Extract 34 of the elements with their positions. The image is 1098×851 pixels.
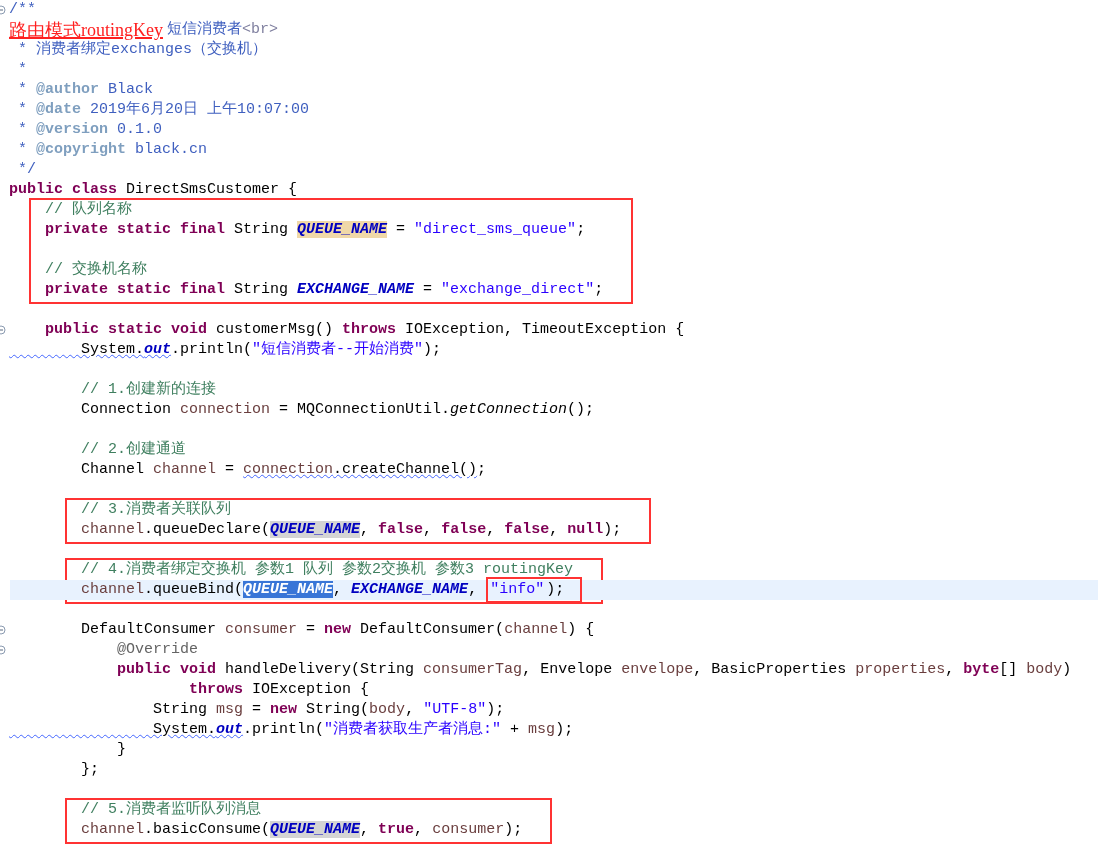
code-line: throws IOException { <box>188 680 370 700</box>
code-line: public static void customerMsg() throws IOException, TimeoutException { <box>44 320 685 340</box>
code-line: private static final String EXCHANGE_NAME = "exchange_direct"; <box>44 280 604 300</box>
code-line: * @date 2019年6月20日 上午10:07:00 <box>17 100 310 120</box>
code-line: public class DirectSmsCustomer { <box>9 180 298 200</box>
code-line: // 5.消费者监听队列消息 <box>80 800 262 820</box>
code-line: 短信消费者<br> <box>167 20 278 40</box>
code-line: * @copyright black.cn <box>17 140 208 160</box>
code-line: }; <box>80 760 99 780</box>
code-line: channel.queueDeclare(QUEUE_NAME, false, false, false, null); <box>80 520 622 540</box>
code-line: channel.basicConsume(QUEUE_NAME, true, consumer); <box>80 820 523 840</box>
code-line: // 1.创建新的连接 <box>80 380 217 400</box>
code-line: * @version 0.1.0 <box>17 120 163 140</box>
code-line: System.out.println("短信消费者--开始消费"); <box>80 340 442 360</box>
code-line: @Override <box>116 640 199 660</box>
code-line: // 交换机名称 <box>44 260 147 280</box>
code-line: private static final String QUEUE_NAME = "direct_sms_queue"; <box>44 220 586 240</box>
code-line: // 队列名称 <box>44 200 132 220</box>
code-line: String msg = new String(body, "UTF-8"); <box>152 700 505 720</box>
code-line: */ <box>17 160 36 180</box>
code-line: Channel channel = connection.createChannel(); <box>80 460 487 480</box>
code-line: System.out.println("消费者获取生产者消息:" + msg); <box>152 720 574 740</box>
code-line: ); <box>546 580 565 600</box>
code-line: * @author Black <box>17 80 154 100</box>
code-line: * 消费者绑定exchanges（交换机） <box>17 40 268 60</box>
code-line: // 2.创建通道 <box>80 440 187 460</box>
code-line: public void handleDelivery(String consumerTag, Envelope envelope, BasicProperties properties, byte[] body) <box>116 660 1072 680</box>
code-line: /** <box>9 0 36 20</box>
code-line: } <box>116 740 127 760</box>
code-line: * <box>17 60 27 80</box>
code-line: Connection connection = MQConnectionUtil.getConnection(); <box>80 400 595 420</box>
code-line: DefaultConsumer consumer = new DefaultConsumer(channel) { <box>80 620 595 640</box>
code-line: // 4.消费者绑定交换机 参数1 队列 参数2交换机 参数3 routingKey <box>80 560 574 580</box>
code-line: // 3.消费者关联队列 <box>80 500 232 520</box>
